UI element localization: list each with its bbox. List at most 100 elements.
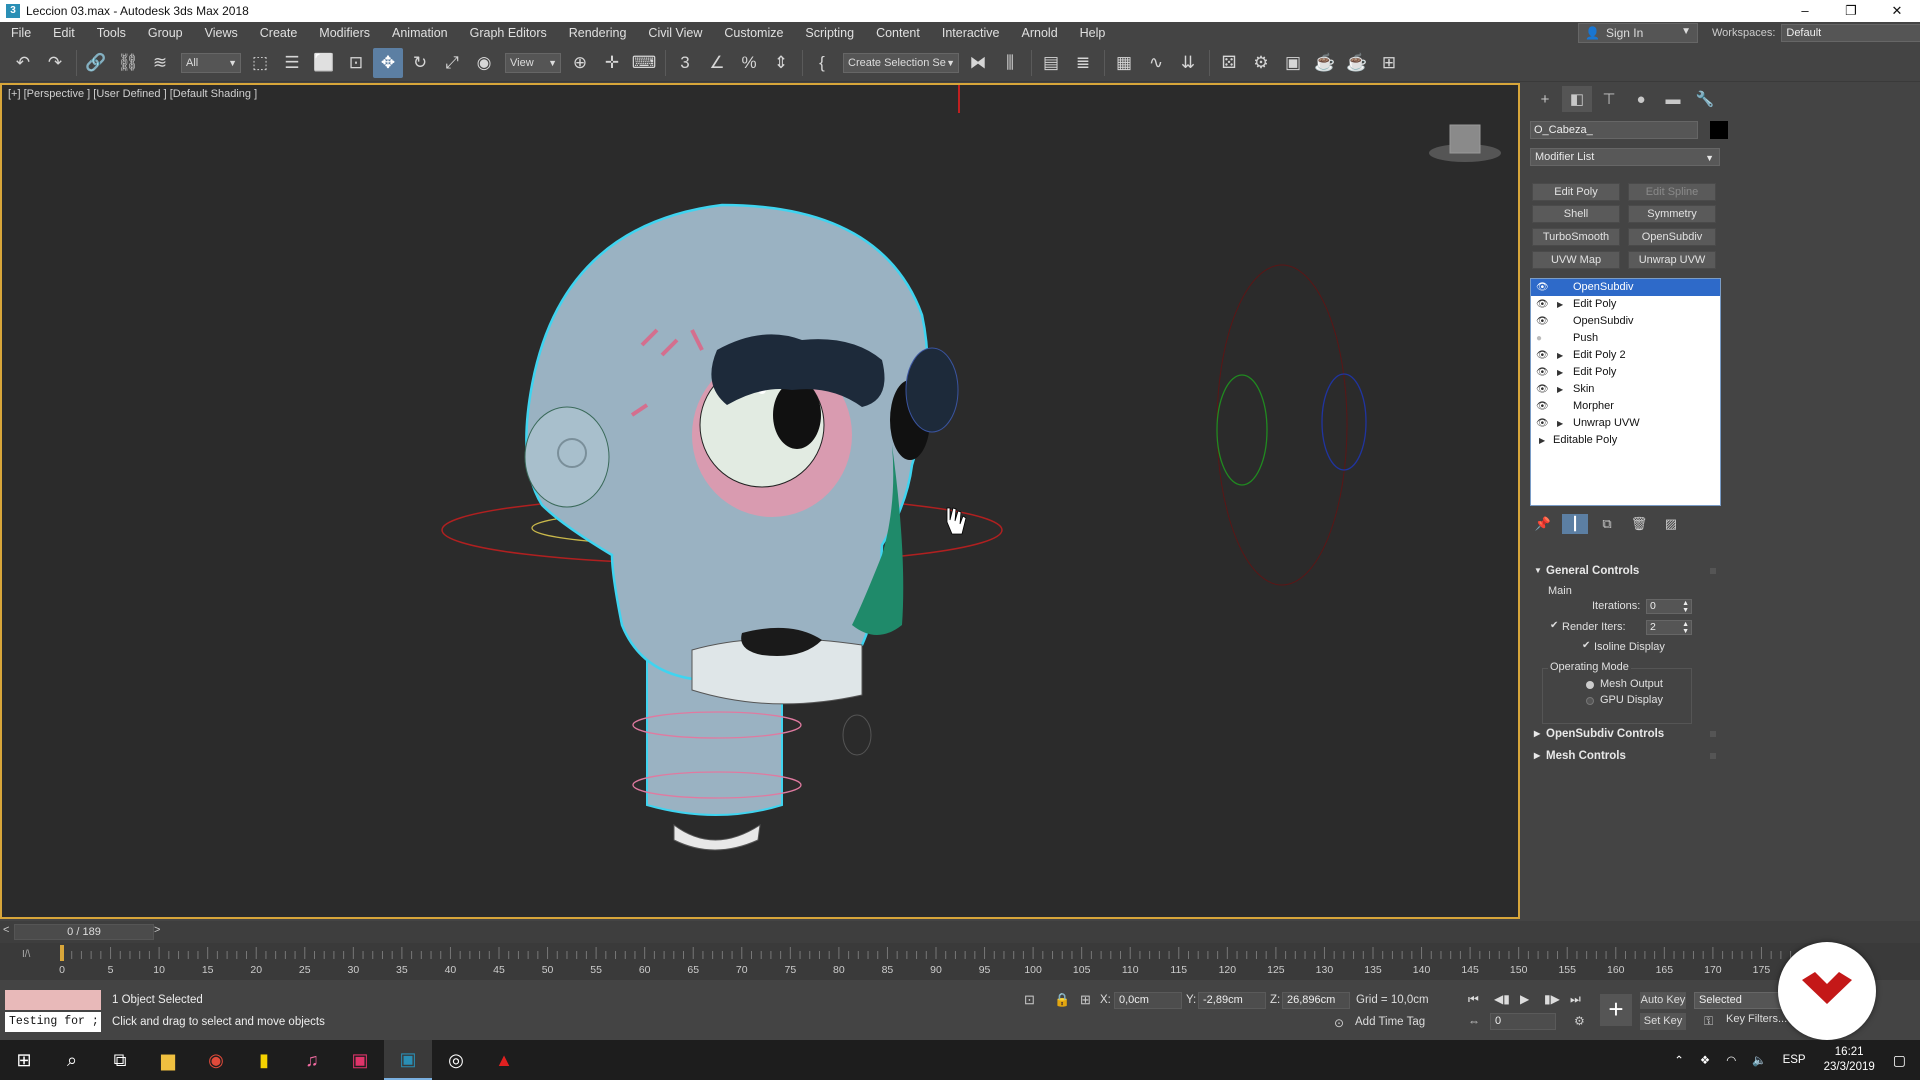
wifi-icon[interactable]: ◠ xyxy=(1726,1053,1736,1067)
rendered-frame-window-icon[interactable]: ▣ xyxy=(1278,48,1308,78)
set-key-button[interactable]: Set Key xyxy=(1640,1013,1686,1030)
display-tab-icon[interactable]: ▬ xyxy=(1658,86,1688,112)
prev-frame-icon[interactable]: < xyxy=(3,924,9,936)
time-slider-thumb[interactable]: 0 / 189 xyxy=(14,924,154,940)
mesh-controls-rollout[interactable]: ▶ Mesh Controls xyxy=(1532,747,1718,765)
render-setup-icon[interactable]: ⚙ xyxy=(1246,48,1276,78)
turbosmooth-button[interactable]: TurboSmooth xyxy=(1532,228,1620,246)
menu-content[interactable]: Content xyxy=(865,22,931,44)
expand-arrow-icon[interactable]: ▶ xyxy=(1557,364,1563,381)
menu-animation[interactable]: Animation xyxy=(381,22,459,44)
menu-customize[interactable]: Customize xyxy=(713,22,794,44)
add-time-tag-button[interactable]: Add Time Tag xyxy=(1355,1016,1425,1028)
hierarchy-tab-icon[interactable]: ⊤ xyxy=(1594,86,1624,112)
symmetry-button[interactable]: Symmetry xyxy=(1628,205,1716,223)
modify-tab-icon[interactable]: ◧ xyxy=(1562,86,1592,112)
absolute-mode-icon[interactable]: ⊞ xyxy=(1080,992,1091,1008)
object-color-swatch[interactable] xyxy=(1710,121,1728,139)
sign-in-dropdown[interactable]: 👤 Sign In ▼ xyxy=(1578,23,1698,43)
align-icon[interactable]: ⫼ xyxy=(995,48,1025,78)
configure-modifier-sets-icon[interactable]: ▨ xyxy=(1658,514,1684,534)
render-in-cloud-icon[interactable]: ⊞ xyxy=(1374,48,1404,78)
key-mode-icon[interactable]: ⇔ xyxy=(1468,1014,1480,1028)
stack-item-skin[interactable]: 👁 ▶ Skin xyxy=(1531,381,1720,398)
eye-icon[interactable]: 👁 xyxy=(1536,415,1549,432)
edit-poly-button[interactable]: Edit Poly xyxy=(1532,183,1620,201)
chrome-icon[interactable]: ◉ xyxy=(192,1040,240,1080)
selection-filter-dropdown[interactable]: All ▼ xyxy=(181,52,241,73)
windows-start-icon[interactable]: ⊞ xyxy=(0,1040,48,1080)
stack-item-edit-poly-3[interactable]: 👁 ▶ Edit Poly xyxy=(1531,364,1720,381)
language-indicator[interactable]: ESP xyxy=(1783,1054,1806,1066)
stack-item-push[interactable]: ● Push xyxy=(1531,330,1720,347)
schematic-view-icon[interactable]: ⇊ xyxy=(1173,48,1203,78)
obs-icon[interactable]: ◎ xyxy=(432,1040,480,1080)
window-crossing-icon[interactable]: ⊡ xyxy=(341,48,371,78)
redo-icon[interactable]: ↷ xyxy=(40,48,70,78)
track-bar[interactable]: I/\ 0 5 10 15 20 25 30 35 40 45 50 55 60 65 70 75 80 85 90… xyxy=(0,943,1920,980)
curve-editor-icon[interactable]: ∿ xyxy=(1141,48,1171,78)
edit-named-selection-icon[interactable]: { xyxy=(807,48,837,78)
close-button[interactable]: ✕ xyxy=(1874,0,1920,22)
3dsmax-taskbar-icon[interactable]: ▣ xyxy=(384,1040,432,1080)
unlink-icon[interactable]: ⛓ xyxy=(113,48,143,78)
menu-interactive[interactable]: Interactive xyxy=(931,22,1011,44)
indesign-icon[interactable]: ▣ xyxy=(336,1040,384,1080)
make-unique-icon[interactable]: ⧉ xyxy=(1594,514,1620,534)
auto-key-button[interactable]: Auto Key xyxy=(1640,992,1686,1009)
menu-arnold[interactable]: Arnold xyxy=(1011,22,1069,44)
spinner-snap-icon[interactable]: ⇕ xyxy=(766,48,796,78)
general-controls-rollout[interactable]: ▼ General Controls xyxy=(1532,562,1718,580)
menu-file[interactable]: File xyxy=(0,22,42,44)
select-and-place-icon[interactable]: ◉ xyxy=(469,48,499,78)
expand-arrow-icon[interactable]: ▶ xyxy=(1539,432,1545,449)
gpu-display-radio[interactable] xyxy=(1586,697,1594,705)
key-filter-icon[interactable]: ⚿ xyxy=(1704,1014,1713,1029)
menu-group[interactable]: Group xyxy=(137,22,194,44)
pin-stack-icon[interactable]: 📌 xyxy=(1530,514,1556,534)
y-coordinate-field[interactable]: -2,89cm xyxy=(1198,992,1266,1009)
maxscript-listener-input[interactable]: Testing for ; xyxy=(5,1012,101,1032)
opensubdiv-controls-rollout[interactable]: ▶ OpenSubdiv Controls xyxy=(1532,725,1718,743)
menu-civil-view[interactable]: Civil View xyxy=(637,22,713,44)
shell-button[interactable]: Shell xyxy=(1532,205,1620,223)
angle-snap-icon[interactable]: ∠ xyxy=(702,48,732,78)
menu-help[interactable]: Help xyxy=(1069,22,1117,44)
motion-tab-icon[interactable]: ● xyxy=(1626,86,1656,112)
menu-views[interactable]: Views xyxy=(194,22,249,44)
viewport-label[interactable]: [+] [Perspective ] [User Defined ] [Defa… xyxy=(8,88,257,100)
x-coordinate-field[interactable]: 0,0cm xyxy=(1114,992,1182,1009)
isoline-display-checkbox[interactable]: ✔ xyxy=(1582,640,1590,651)
next-key-icon[interactable]: ▮▶ xyxy=(1544,992,1560,1006)
previous-key-icon[interactable]: ◀▮ xyxy=(1494,992,1510,1006)
pivot-center-icon[interactable]: ⊕ xyxy=(565,48,595,78)
render-iters-checkbox[interactable]: ✔ xyxy=(1550,620,1558,631)
layer-explorer-icon[interactable]: ≣ xyxy=(1068,48,1098,78)
menu-create[interactable]: Create xyxy=(249,22,309,44)
maxscript-listener-pink[interactable] xyxy=(5,990,101,1010)
show-hidden-icons-icon[interactable]: ⌃ xyxy=(1674,1053,1684,1067)
menu-rendering[interactable]: Rendering xyxy=(558,22,638,44)
object-name-field[interactable]: O_Cabeza_ xyxy=(1530,121,1698,139)
go-to-start-icon[interactable]: ⏮ xyxy=(1468,992,1479,1007)
time-slider[interactable]: < 0 / 189 > xyxy=(0,921,1920,943)
menu-graph-editors[interactable]: Graph Editors xyxy=(459,22,558,44)
current-frame-field[interactable]: 0 xyxy=(1490,1013,1556,1030)
eye-icon[interactable]: 👁 xyxy=(1536,296,1549,313)
dropbox-icon[interactable]: ❖ xyxy=(1700,1053,1710,1067)
edit-spline-button[interactable]: Edit Spline xyxy=(1628,183,1716,201)
restore-button[interactable]: ❐ xyxy=(1828,0,1874,22)
workspace-dropdown[interactable]: Default ▼ xyxy=(1781,24,1920,42)
key-selection-dropdown[interactable]: Selected xyxy=(1694,992,1782,1009)
bind-spacewarp-icon[interactable]: ≋ xyxy=(145,48,175,78)
set-keys-icon[interactable]: + xyxy=(1600,994,1632,1026)
eye-icon[interactable]: 👁 xyxy=(1536,364,1549,381)
stack-item-edit-poly[interactable]: 👁 ▶ Edit Poly xyxy=(1531,296,1720,313)
expand-arrow-icon[interactable]: ▶ xyxy=(1557,381,1563,398)
opensubdiv-button[interactable]: OpenSubdiv xyxy=(1628,228,1716,246)
expand-arrow-icon[interactable]: ▶ xyxy=(1557,347,1563,364)
reference-coordinate-dropdown[interactable]: View ▼ xyxy=(505,52,561,73)
mesh-output-radio[interactable] xyxy=(1586,681,1594,689)
percent-snap-icon[interactable]: % xyxy=(734,48,764,78)
stack-item-opensubdiv-2[interactable]: 👁 OpenSubdiv xyxy=(1531,313,1720,330)
